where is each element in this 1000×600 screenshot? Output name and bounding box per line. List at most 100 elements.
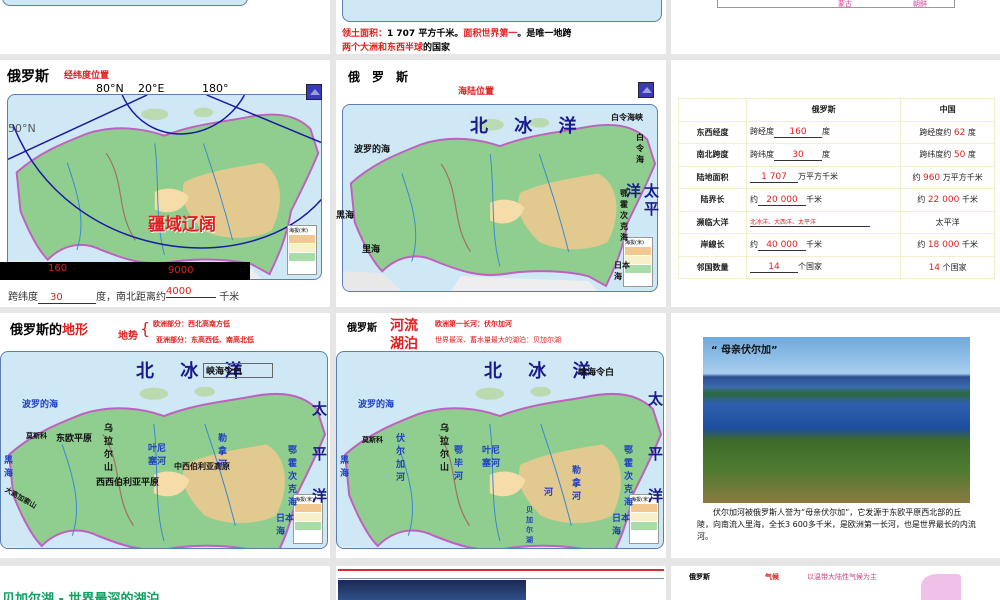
sea-label: 波罗的海 [358,400,395,410]
slide-title: 俄罗斯 [689,573,710,581]
ocean-label: 平 [648,445,664,463]
map-label: 朝鲜 [913,0,927,8]
terrain-label: 乌拉尔山 [440,424,450,473]
sea-label: 波罗的海 [22,400,59,410]
slide-title: 俄 罗 斯 [348,70,409,84]
river-label: 勒拿河 [218,434,228,470]
row-label: 岸線长 [678,233,747,257]
sea-label: 黑海 [336,211,355,221]
strait-label: 峡海令白 [578,368,615,378]
russia-map: 海拔(米) [7,94,322,280]
lake-label: 贝加尔湖 [526,506,533,544]
ocean-label: 太 [648,390,664,408]
comparison-table: 俄罗斯 中国 东西经度 跨经度 160 度跨经度约 62 度南北跨度 跨纬度 30 度跨纬度约… [678,98,995,279]
slide-thumbnail-top-right[interactable]: 蒙古 朝鲜 [671,0,1000,54]
table-row: 陆界长约 20 000 千米约 22 000 千米 [678,188,995,212]
row-label: 陆地面积 [678,165,747,189]
slide-title: 俄罗斯 [347,323,377,334]
map-image: 蒙古 朝鲜 [717,0,955,8]
river-label: 叶尼塞河 [148,444,167,467]
table-row: 东西经度 跨经度 160 度跨经度约 62 度 [678,120,995,144]
banner-text: 疆域辽阔 [148,215,216,235]
slide-thumbnail-climate[interactable]: 俄罗斯 气候 以温带大陆性气候为主 [671,566,1000,600]
slide-title: 贝加尔湖 - 世界最深的湖泊 [2,592,160,600]
russia-cell: 跨经度 160 度 [745,120,902,144]
ocean-label: 北 冰 洋 [470,116,587,137]
heading-lakes: 湖泊 [390,336,418,352]
sea-label: 鄂霍次克海 [620,189,628,242]
photo-caption: “ 母亲伏尔加” [711,345,778,356]
slide-thumbnail-photo[interactable] [336,566,666,600]
sea-label: 白令海 [636,133,644,164]
sea-label: 日本海 [276,514,295,537]
trend-asia: 亚洲部分：东高西低、南高北低 [156,336,254,344]
sea-label: 日本海 [614,261,630,281]
home-button[interactable] [306,84,322,100]
china-cell: 约 18 000 千米 [900,233,995,257]
ocean-label: 平 [644,200,660,218]
table-header-row: 俄罗斯 中国 [678,98,995,122]
volga-photo: “ 母亲伏尔加” [703,337,970,503]
slide-title: 俄罗斯 [7,69,49,85]
row-label: 南北跨度 [678,143,747,167]
russia-cell: 约 20 000 千米 [745,188,902,212]
volga-description: 伏尔加河被俄罗斯人誉为“母亲伏尔加”，它发源于东欧平原西北部的丘陵，向南流入里海… [697,508,976,541]
sea-label: 日本海 [612,514,631,537]
terrain-label: 东欧平原 [56,434,93,444]
slide-thumbnail-volga[interactable]: “ 母亲伏尔加” 伏尔加河被俄罗斯人誉为“母亲伏尔加”，它发源于东欧平原西北部的… [671,313,1000,558]
slide-thumbnail-rivers-lakes[interactable]: 俄罗斯 河流 湖泊 欧洲第一长河：伏尔加河 世界最深、蓄水量最大的湖泊：贝加尔湖… [336,313,666,558]
divider [338,578,664,579]
slide-thumbnail-lat-lon[interactable]: 俄罗斯 经纬度位置 海拔(米) 80°N 20°E 180° 50°N 疆域辽阔… [0,60,330,307]
russia-cell: 北冰洋、大西洋、太平洋 [745,210,902,234]
sea-label: 里海 [362,245,381,255]
ocean-label: 太 [312,400,328,418]
river-label: 勒拿河 [572,466,582,502]
slide-thumbnail-baikal[interactable]: 贝加尔湖 - 世界最深的湖泊 [0,566,330,600]
column-header [678,98,747,122]
sea-label: 鄂霍次克海 [624,446,634,508]
russia-cell: 1 707 万平方千米 [745,165,902,189]
sea-label: 黑海 [340,456,350,479]
russia-cell: 14 个国家 [745,255,902,279]
slide-thumbnail-top-left[interactable] [0,0,330,54]
map-label: 蒙古 [838,0,852,8]
photo [338,580,526,600]
home-button[interactable] [638,82,654,98]
answer-value: 9000 [168,265,194,276]
slide-thumbnail-sea-land[interactable]: 俄 罗 斯 海陆位置 海拔(米) 北 冰 洋 波罗的海 黑海 里海 白令海峡 白… [336,60,666,307]
slide-title: 俄罗斯的地形 [10,323,89,338]
river-label: 叶尼塞河 [482,446,501,469]
slide-thumbnail-terrain[interactable]: 俄罗斯的地形 地势 { 欧洲部分：西北高南方低 亚洲部分：东高西低、南高北低 海… [0,313,330,558]
map-image [2,0,248,6]
slide-thumbnail-top-middle[interactable]: 领土面积：1 707 平方千米。面积世界第一。是唯一地跨 两个大洲和东西半球的国… [336,0,666,54]
caption-part: 1 707 平方千米。 [387,29,464,39]
longitude-label: 180° [202,82,229,95]
row-label: 陆界长 [678,188,747,212]
column-header: 俄罗斯 [745,98,902,122]
river-label: 河 [544,488,554,498]
city-label: 莫斯科 [362,436,383,444]
slide-subtitle: 经纬度位置 [64,71,110,81]
row-label: 濒临大洋 [678,210,747,234]
strait-label: 峡海令白 [203,363,274,378]
divider [338,569,664,571]
terrain-label: 西西伯利亚平原 [96,478,160,488]
slide-subtitle: 海陆位置 [458,87,495,97]
sea-label: 黑海 [4,456,14,479]
china-cell: 约 960 万平方千米 [900,165,995,189]
china-cell: 跨纬度约 50 度 [900,143,995,167]
brace-icon: { [140,319,151,338]
latitude-label: 80°N [96,82,124,95]
china-cell: 跨经度约 62 度 [900,120,995,144]
answer-bar: 160 9000 [0,262,250,280]
sea-label: 波罗的海 [354,145,391,155]
table-row: 濒临大洋 北冰洋、大西洋、太平洋 太平洋 [678,210,995,234]
china-cell: 太平洋 [900,210,995,234]
table-row: 南北跨度 跨纬度 30 度跨纬度约 50 度 [678,143,995,167]
ocean-label: 平 [312,445,328,463]
china-cell: 14 个国家 [900,255,995,279]
caption-part: 。是唯一地跨 [517,29,572,39]
latitude-label: 50°N [8,122,36,135]
russia-cell: 约 40 000 千米 [745,233,902,257]
caption-part: 面积世界第一 [463,29,518,39]
